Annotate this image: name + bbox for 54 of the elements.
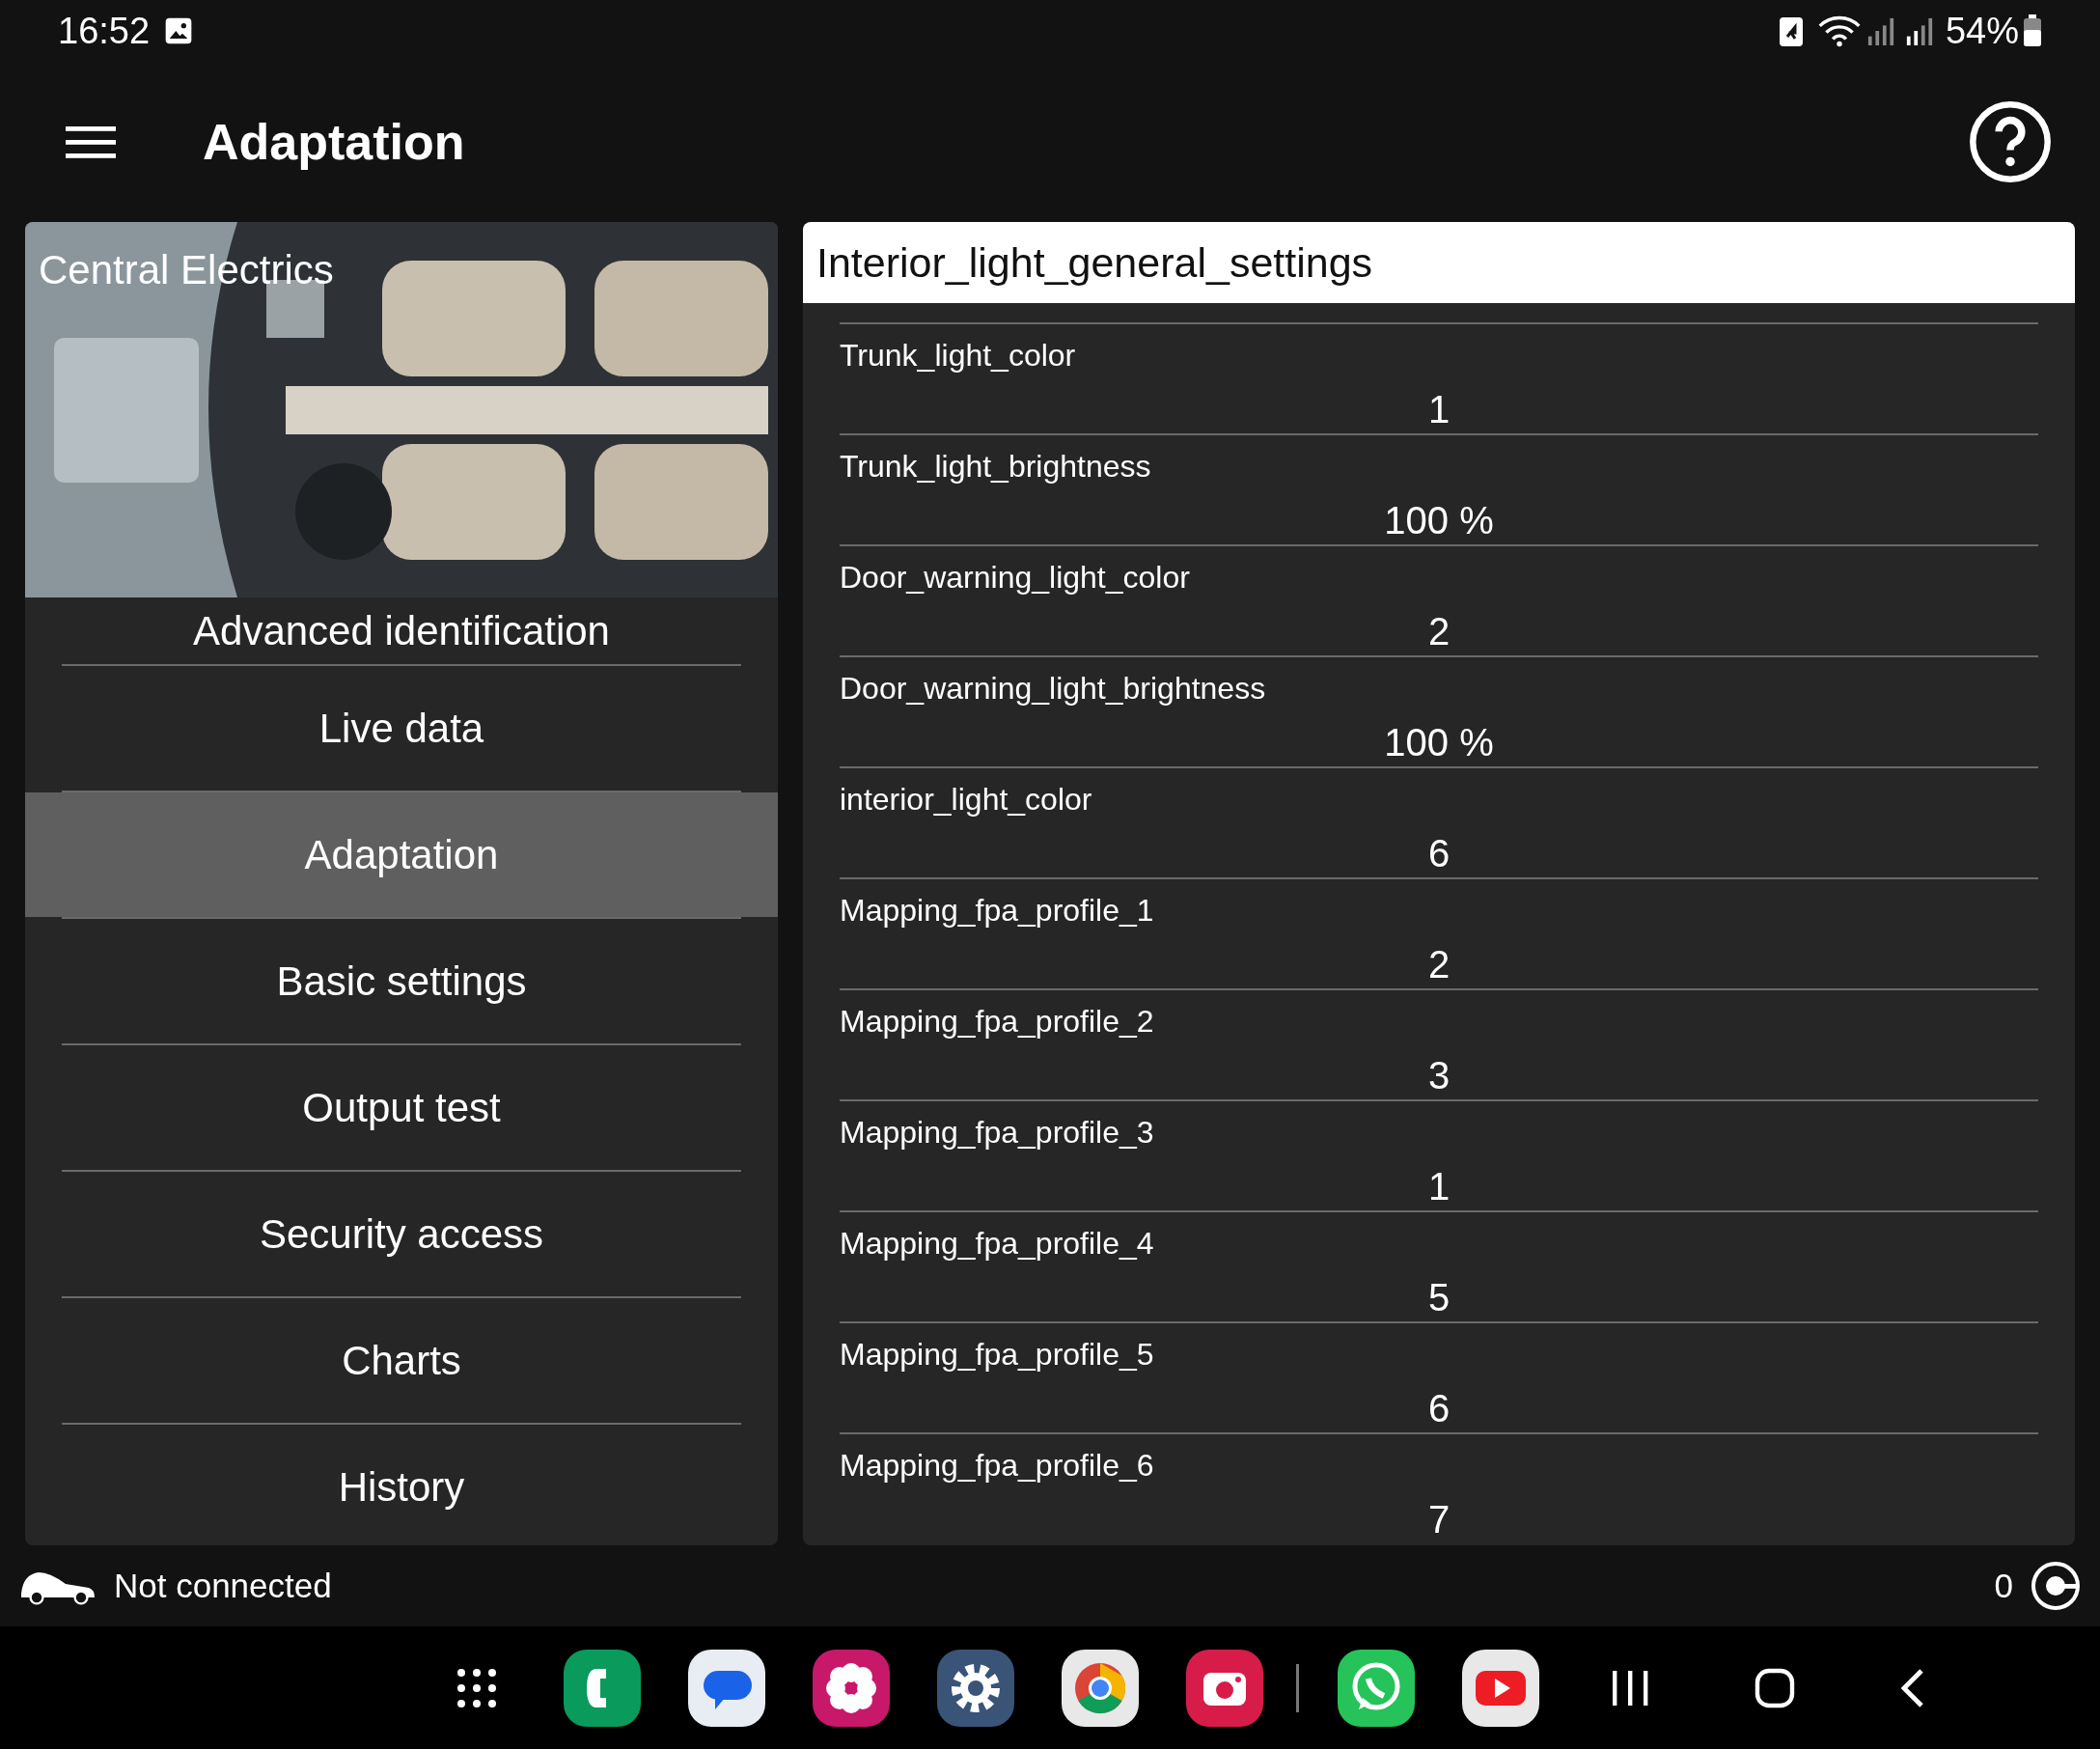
setting-value[interactable]: 1 — [1427, 1157, 1451, 1215]
chat-bubble-app-icon[interactable] — [688, 1649, 765, 1727]
setting-name: Mapping_fpa_profile_6 — [840, 1447, 1154, 1485]
setting-value[interactable]: 100 % — [1384, 491, 1494, 549]
menu-item[interactable]: Live data — [25, 666, 778, 791]
apps-grid-icon[interactable] — [456, 1666, 498, 1709]
home-icon[interactable] — [1754, 1666, 1796, 1709]
setting-name: Mapping_fpa_profile_2 — [840, 1003, 1154, 1041]
setting-value[interactable]: 2 — [1427, 935, 1451, 993]
menu-item[interactable]: Basic settings — [25, 919, 778, 1043]
wifi-icon — [1817, 14, 1861, 47]
signal-icon — [1865, 15, 1895, 46]
setting-name: Door_warning_light_color — [840, 559, 1190, 597]
panel-header: Interior_light_general_settings — [803, 222, 2075, 303]
setting-value[interactable]: 1 — [1427, 380, 1451, 438]
browser-app-icon[interactable] — [1062, 1649, 1139, 1727]
setting-name: Mapping_fpa_profile_4 — [840, 1225, 1154, 1263]
play-app-icon[interactable] — [1462, 1649, 1539, 1727]
setting-value[interactable]: 5 — [1427, 1268, 1451, 1326]
setting-value[interactable]: 6 — [1427, 824, 1451, 882]
menu-item[interactable]: Charts — [25, 1298, 778, 1423]
menu-item[interactable]: Adaptation — [25, 792, 778, 917]
setting-value[interactable]: 3 — [1427, 1046, 1451, 1104]
camera-app-icon[interactable] — [1186, 1649, 1263, 1727]
signal-icon — [1904, 15, 1934, 46]
connection-status: Not connected — [114, 1565, 332, 1606]
setting-name: Mapping_fpa_profile_1 — [840, 892, 1154, 930]
clock-time: 16:52 — [58, 9, 151, 53]
battery-percentage: 54% — [1945, 9, 2019, 53]
battery-saver-icon — [1779, 15, 1803, 46]
setting-name: interior_light_color — [840, 781, 1092, 819]
phone-app-icon[interactable] — [564, 1649, 641, 1727]
setting-name: Door_warning_light_brightness — [840, 670, 1266, 708]
menu-item[interactable]: Advanced identification — [25, 597, 778, 664]
settings-app-icon[interactable] — [937, 1649, 1014, 1727]
setting-value[interactable]: 2 — [1427, 602, 1451, 660]
panel-header: Central Electrics — [39, 246, 334, 294]
connect-icon[interactable] — [2031, 1561, 2081, 1611]
help-icon[interactable] — [1969, 100, 2052, 183]
chat-app-icon[interactable] — [1338, 1649, 1415, 1727]
setting-name: Trunk_light_color — [840, 337, 1076, 375]
menu-item[interactable]: Security access — [25, 1172, 778, 1296]
screen-title: Adaptation — [203, 113, 465, 172]
menu-item[interactable]: History — [25, 1425, 778, 1545]
setting-name: Mapping_fpa_profile_5 — [840, 1336, 1154, 1374]
setting-value[interactable]: 7 — [1427, 1490, 1451, 1545]
setting-value[interactable]: 100 % — [1384, 713, 1494, 771]
setting-name: Mapping_fpa_profile_3 — [840, 1114, 1154, 1152]
setting-value[interactable]: 6 — [1427, 1379, 1451, 1437]
counter-text: 0 — [1994, 1565, 2013, 1606]
menu-item[interactable]: Output test — [25, 1045, 778, 1170]
setting-name: Trunk_light_brightness — [840, 448, 1151, 486]
battery-icon — [2023, 14, 2042, 47]
flower-app-icon[interactable] — [813, 1649, 890, 1727]
